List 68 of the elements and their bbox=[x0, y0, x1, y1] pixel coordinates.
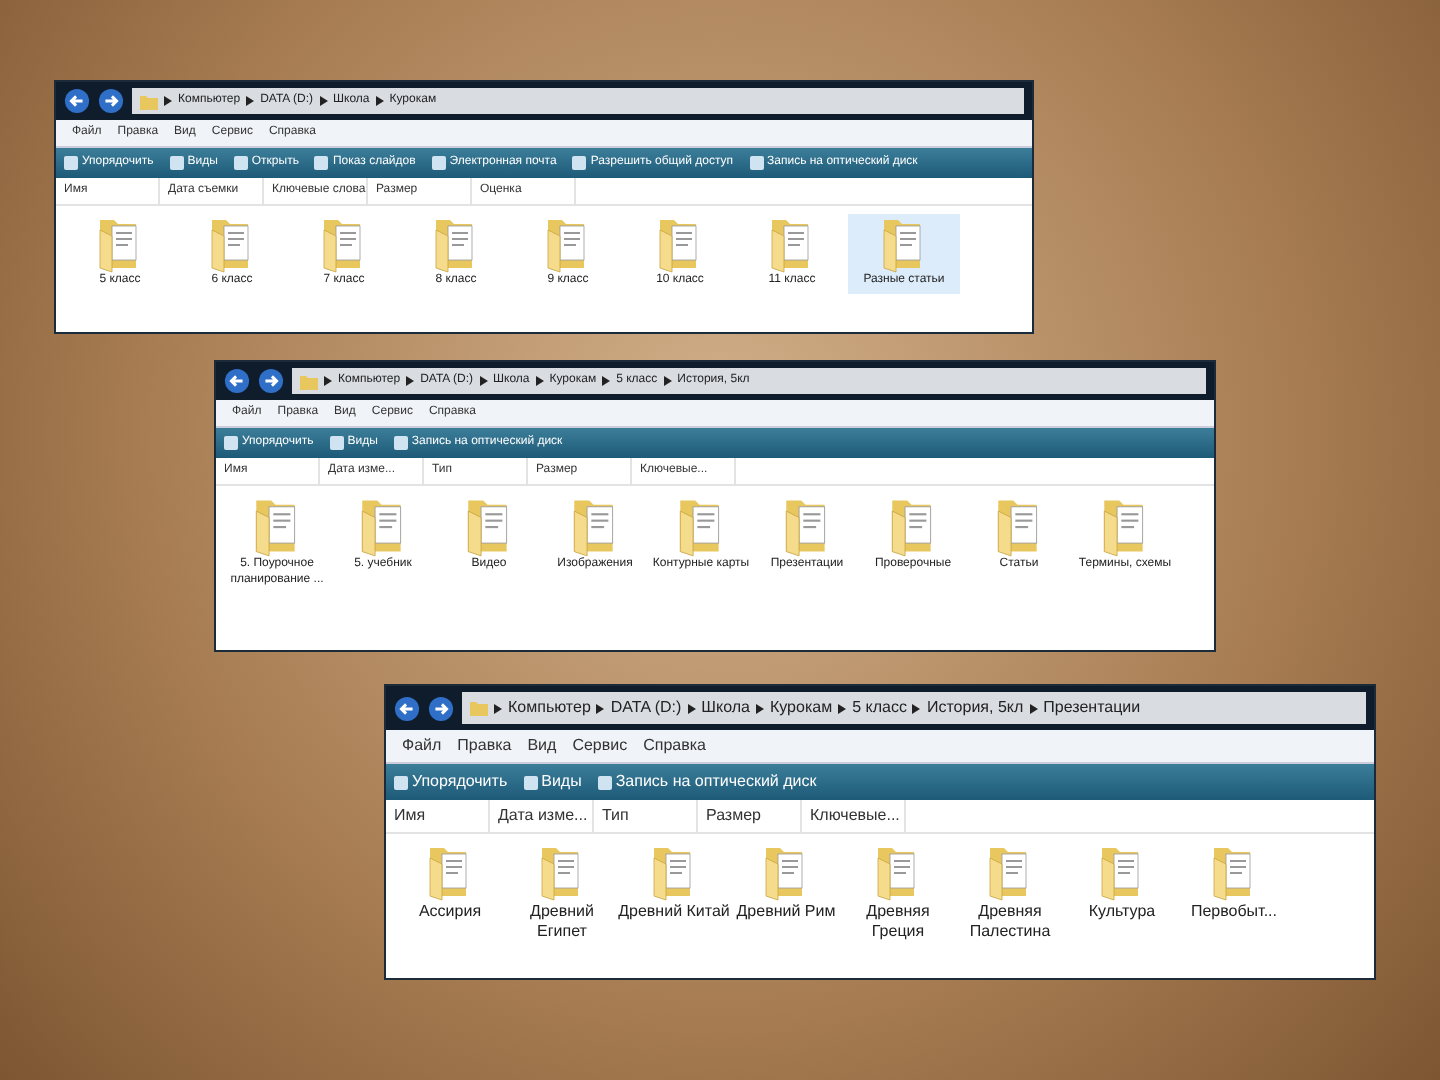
breadcrumb-arrow-icon bbox=[535, 376, 544, 386]
toolbar-icon bbox=[572, 156, 587, 170]
toolbar-icon bbox=[224, 436, 238, 450]
menu-item[interactable]: Файл bbox=[402, 734, 442, 758]
folder-icon bbox=[140, 93, 158, 109]
breadcrumb-item[interactable]: История, 5кл bbox=[926, 696, 1024, 720]
folder-item[interactable]: Древний Китай bbox=[618, 842, 730, 926]
back-arrow-icon[interactable] bbox=[394, 695, 420, 721]
toolbar-icon bbox=[314, 156, 329, 170]
address-field[interactable]: Компьютер DATA (D:) Школа Курокам 5 класс История, 5кл Презентации bbox=[462, 692, 1366, 724]
breadcrumb-arrow-icon bbox=[596, 703, 605, 713]
breadcrumb-item[interactable]: Школа bbox=[701, 696, 750, 720]
breadcrumb-arrow-icon bbox=[324, 376, 332, 386]
toolbar-button[interactable]: Запись на оптический диск bbox=[597, 770, 817, 794]
breadcrumb-arrow-icon bbox=[838, 703, 847, 713]
menu-item[interactable]: Вид bbox=[527, 734, 557, 758]
folder-icon bbox=[470, 700, 488, 716]
toolbar-icon bbox=[431, 156, 446, 170]
forward-arrow-icon[interactable] bbox=[98, 88, 124, 114]
column-header[interactable]: Размер bbox=[698, 800, 802, 832]
folder-item[interactable]: Древний Египет bbox=[506, 842, 618, 946]
forward-arrow-icon[interactable] bbox=[258, 368, 284, 394]
breadcrumb-arrow-icon bbox=[375, 96, 384, 106]
menu-item[interactable]: Сервис bbox=[572, 734, 628, 758]
folder-item[interactable]: Древняя Греция bbox=[842, 842, 954, 946]
breadcrumb-arrow-icon bbox=[479, 376, 488, 386]
folder-item[interactable]: Культура bbox=[1066, 842, 1178, 926]
back-arrow-icon[interactable] bbox=[64, 88, 90, 114]
back-arrow-icon[interactable] bbox=[224, 368, 250, 394]
breadcrumb-arrow-icon bbox=[164, 96, 172, 106]
folder-item[interactable]: Древний Рим bbox=[730, 842, 842, 926]
breadcrumb-arrow-icon bbox=[687, 703, 696, 713]
breadcrumb-arrow-icon bbox=[319, 96, 328, 106]
toolbar-icon bbox=[523, 775, 538, 789]
menu-item[interactable]: Правка bbox=[457, 734, 512, 758]
folder-item[interactable]: Первобыт... bbox=[1178, 842, 1290, 926]
breadcrumb-item[interactable]: 5 класс bbox=[852, 696, 907, 720]
column-header[interactable]: Тип bbox=[594, 800, 698, 832]
toolbar-icon bbox=[329, 436, 344, 450]
column-header[interactable]: Дата изме... bbox=[490, 800, 594, 832]
forward-arrow-icon[interactable] bbox=[428, 695, 454, 721]
column-header[interactable]: Ключевые... bbox=[802, 800, 906, 832]
breadcrumb-item[interactable]: Презентации bbox=[1043, 696, 1141, 720]
breadcrumb-arrow-icon bbox=[406, 376, 415, 386]
toolbar-icon bbox=[169, 156, 184, 170]
column-header[interactable]: Имя bbox=[386, 800, 490, 832]
toolbar-icon bbox=[749, 156, 764, 170]
toolbar-button[interactable]: Упорядочить bbox=[394, 770, 508, 794]
breadcrumb-item[interactable]: Компьютер bbox=[508, 696, 591, 720]
breadcrumb-arrow-icon bbox=[663, 376, 672, 386]
breadcrumb-item[interactable]: DATA (D:) bbox=[610, 696, 682, 720]
breadcrumb-item[interactable]: Курокам bbox=[769, 696, 833, 720]
breadcrumb-arrow-icon bbox=[602, 376, 611, 386]
folder-icon bbox=[300, 373, 318, 389]
toolbar-button[interactable]: Виды bbox=[523, 770, 582, 794]
breadcrumb-arrow-icon bbox=[494, 703, 502, 713]
menu-item[interactable]: Справка bbox=[643, 734, 706, 758]
toolbar-icon bbox=[64, 156, 78, 170]
folder-item[interactable]: Ассирия bbox=[394, 842, 506, 926]
breadcrumb-arrow-icon bbox=[912, 703, 921, 713]
breadcrumb-arrow-icon bbox=[755, 703, 764, 713]
folder-item[interactable]: Древняя Палестина bbox=[954, 842, 1066, 946]
toolbar-icon bbox=[597, 775, 612, 789]
toolbar-icon bbox=[393, 436, 408, 450]
toolbar-icon bbox=[394, 775, 408, 789]
breadcrumb-arrow-icon bbox=[1029, 703, 1038, 713]
breadcrumb-arrow-icon bbox=[246, 96, 255, 106]
toolbar-icon bbox=[233, 156, 248, 170]
